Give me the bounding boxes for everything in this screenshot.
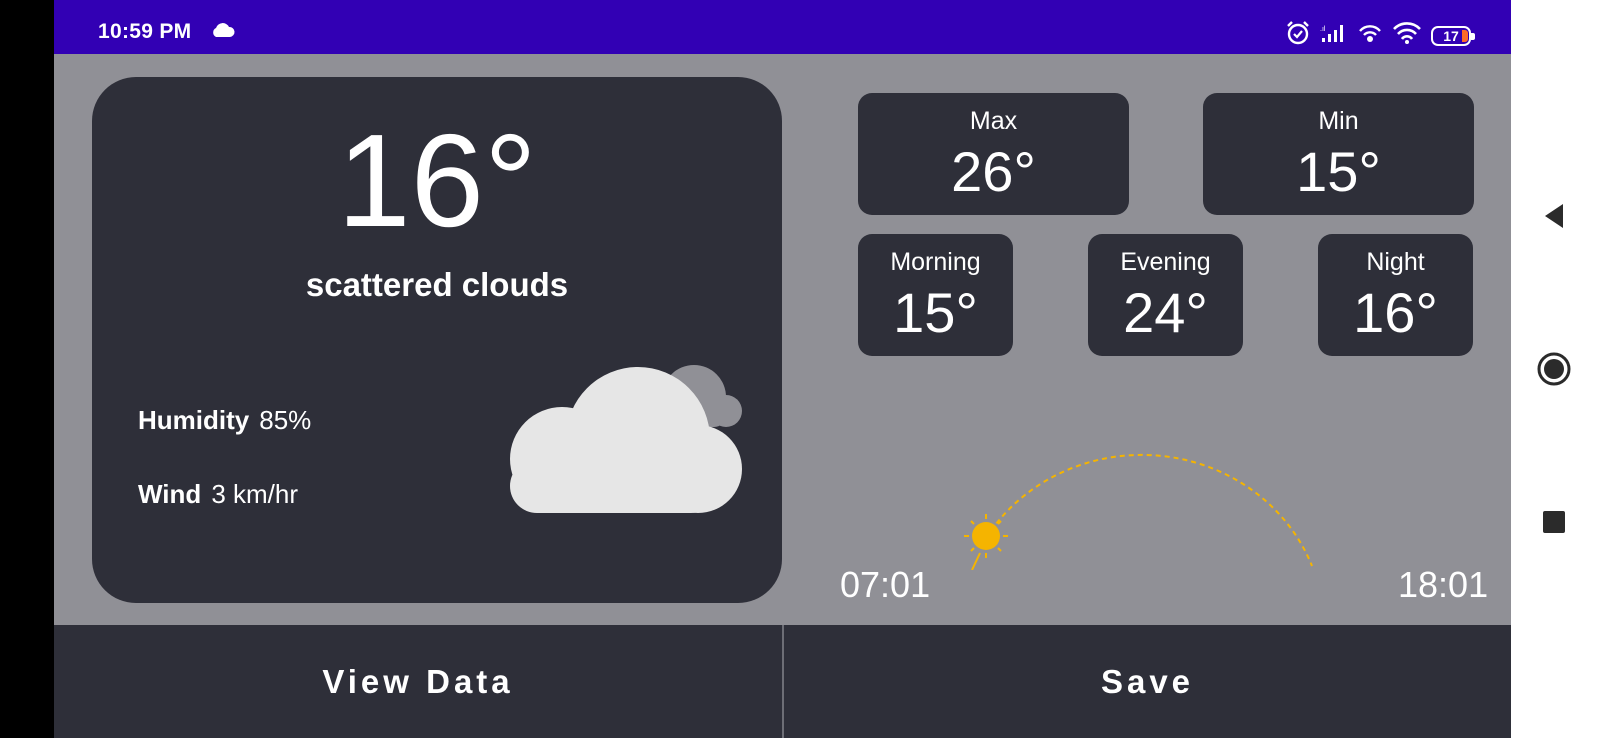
max-label: Max	[969, 107, 1018, 135]
status-time: 10:59 PM	[98, 20, 192, 43]
humidity-value: 85%	[259, 405, 312, 435]
min-value: 15°	[1296, 140, 1381, 203]
humidity-row: Humidity 85%	[138, 405, 311, 436]
signal-icon: .ıl	[1320, 22, 1348, 49]
sun-path	[954, 440, 1334, 575]
screen-edge	[0, 0, 54, 738]
evening-label: Evening	[1120, 248, 1211, 276]
battery-icon: 17	[1431, 25, 1475, 46]
sunrise-time: 07:01	[840, 564, 931, 605]
status-icons: .ıl 17	[1285, 20, 1475, 51]
recents-icon[interactable]	[1529, 497, 1579, 547]
morning-value: 15°	[893, 281, 978, 344]
sun-arc-path	[985, 453, 1313, 567]
humidity-label: Humidity	[138, 405, 250, 435]
morning-label: Morning	[890, 248, 981, 276]
alarm-icon	[1285, 20, 1311, 51]
evening-temp-tile: Evening 24°	[1088, 234, 1243, 356]
svg-text:.ıl: .ıl	[1320, 26, 1326, 33]
weather-description: scattered clouds	[305, 266, 569, 303]
home-icon[interactable]	[1529, 344, 1579, 394]
wifi-icon	[1392, 21, 1422, 50]
night-value: 16°	[1353, 281, 1438, 344]
system-navigation-bar	[1511, 0, 1600, 738]
wind-label: Wind	[138, 479, 202, 509]
evening-value: 24°	[1123, 281, 1208, 344]
back-icon[interactable]	[1529, 191, 1579, 241]
hotspot-icon	[1357, 20, 1383, 51]
view-data-button[interactable]: View Data	[54, 625, 782, 738]
max-value: 26°	[951, 140, 1036, 203]
current-temperature: 16°	[337, 107, 537, 254]
wind-row: Wind 3 km/hr	[138, 479, 298, 510]
current-weather-card: 16° scattered clouds Humidity 85% Wind 3 k…	[92, 77, 782, 603]
status-bar: 10:59 PM .ıl 17	[54, 0, 1511, 54]
wind-value: 3 km/hr	[211, 479, 298, 509]
sunset-time: 18:01	[1398, 564, 1489, 605]
cloud-icon	[210, 22, 236, 43]
app-screen: 10:59 PM .ıl 17 16° scattered clouds Hum…	[54, 0, 1511, 738]
save-button[interactable]: Save	[784, 625, 1511, 738]
night-label: Night	[1366, 248, 1425, 276]
min-temp-tile: Min 15°	[1203, 93, 1474, 215]
scattered-clouds-icon	[484, 363, 744, 528]
morning-temp-tile: Morning 15°	[858, 234, 1013, 356]
sun-icon	[964, 514, 1008, 571]
battery-level: 17	[1443, 27, 1459, 44]
min-label: Min	[1318, 107, 1359, 135]
max-temp-tile: Max 26°	[858, 93, 1129, 215]
night-temp-tile: Night 16°	[1318, 234, 1473, 356]
